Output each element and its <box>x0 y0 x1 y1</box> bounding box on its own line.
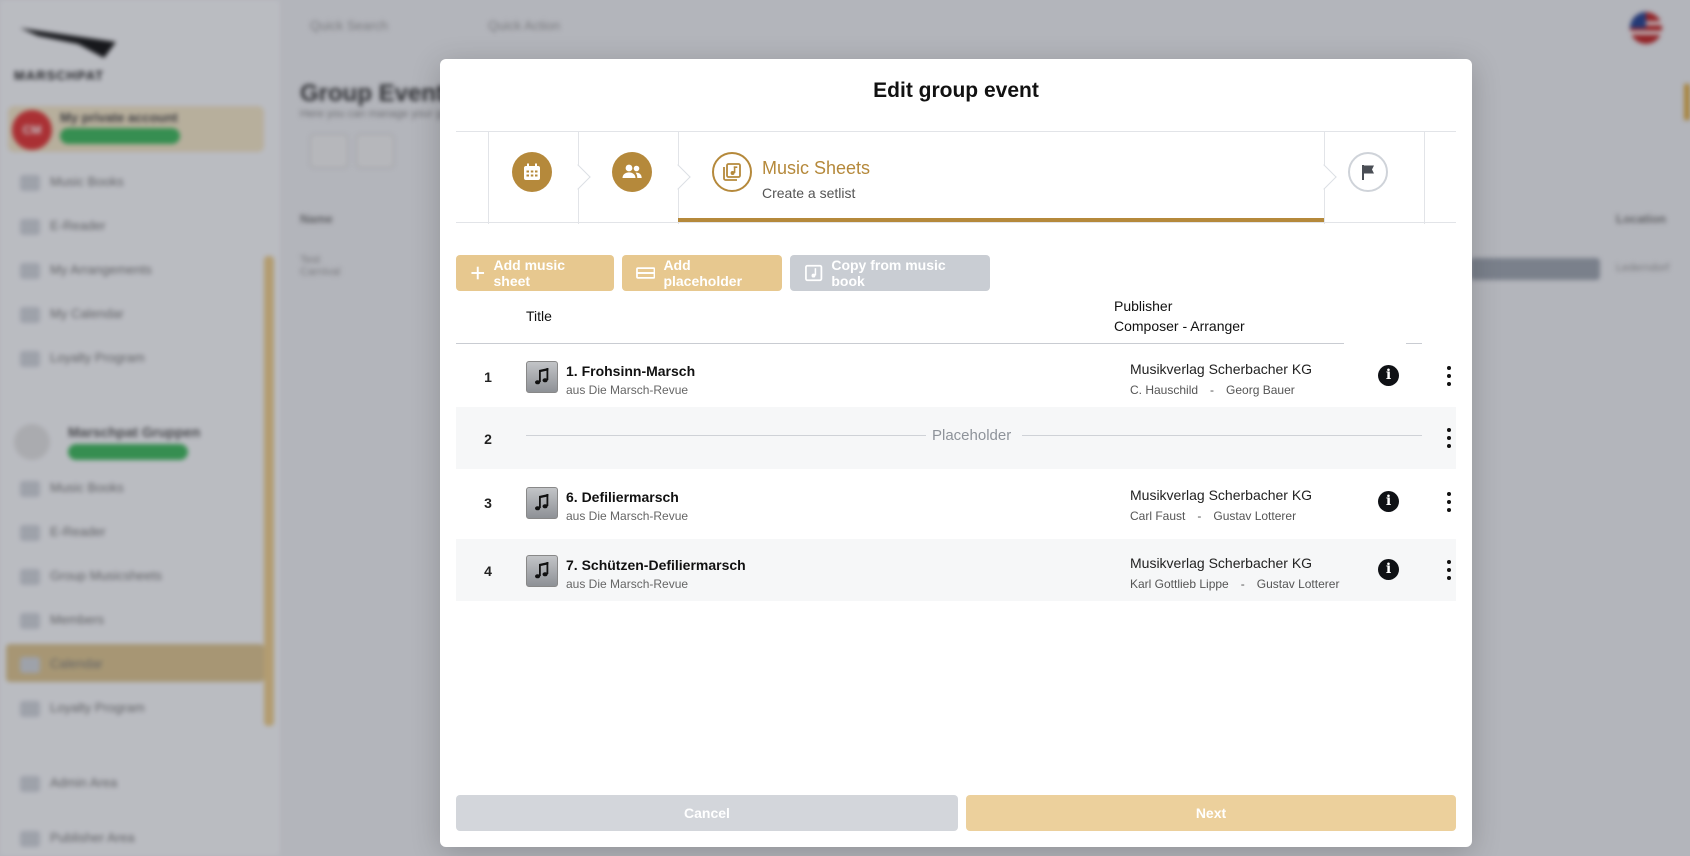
cancel-button[interactable]: Cancel <box>456 795 958 831</box>
table-row-placeholder[interactable]: 2 Placeholder <box>456 407 1456 469</box>
table-row[interactable]: 1 1. Frohsinn-Marsch aus Die Marsch-Revu… <box>456 345 1456 407</box>
step-date[interactable] <box>512 152 552 192</box>
music-note-icon <box>526 555 558 587</box>
stepper: Music Sheets Create a setlist <box>456 131 1456 224</box>
music-note-icon <box>526 487 558 519</box>
step-members[interactable] <box>612 152 652 192</box>
sheet-title: 7. Schützen-Defiliermarsch <box>566 557 746 573</box>
group-icon <box>622 164 642 178</box>
edit-event-modal: Edit group event Music Sheets Create a s… <box>440 59 1472 847</box>
step-active-label: Music Sheets <box>762 158 871 178</box>
step-chevron <box>565 164 591 190</box>
info-icon[interactable]: i <box>1378 365 1399 386</box>
more-options-icon[interactable] <box>1444 490 1454 514</box>
row-number: 1 <box>484 369 492 385</box>
more-options-icon[interactable] <box>1444 426 1454 450</box>
flag-icon <box>1362 165 1374 180</box>
sheet-source: aus Die Marsch-Revue <box>566 577 689 591</box>
sheet-title: 6. Defiliermarsch <box>566 489 679 505</box>
step-music-sheets[interactable] <box>712 152 752 192</box>
sheet-publisher: Musikverlag Scherbacher KG <box>1130 555 1313 571</box>
music-note-icon <box>526 361 558 393</box>
sheet-publisher: Musikverlag Scherbacher KG <box>1130 361 1313 377</box>
step-active-subtitle: Create a setlist <box>762 185 856 201</box>
placeholder-line <box>526 435 926 436</box>
row-number: 3 <box>484 495 492 511</box>
next-button[interactable]: Next <box>966 795 1456 831</box>
more-options-icon[interactable] <box>1444 364 1454 388</box>
info-icon[interactable]: i <box>1378 559 1399 580</box>
sheet-source: aus Die Marsch-Revue <box>566 383 689 397</box>
sheet-composer-arranger: Carl Faust - Gustav Lotterer <box>1130 509 1297 523</box>
step-divider <box>488 132 489 224</box>
placeholder-line <box>1022 435 1422 436</box>
step-finish[interactable] <box>1348 152 1388 192</box>
music-sheet-icon <box>723 163 741 181</box>
sheet-source: aus Die Marsch-Revue <box>566 509 689 523</box>
table-header-divider <box>1406 343 1422 344</box>
music-book-icon <box>805 264 823 282</box>
row-number: 2 <box>484 431 492 447</box>
table-row[interactable]: 3 6. Defiliermarsch aus Die Marsch-Revue… <box>456 471 1456 533</box>
modal-title: Edit group event <box>873 79 1039 102</box>
step-chevron <box>665 164 691 190</box>
copy-from-music-book-button[interactable]: Copy from music book <box>790 255 990 291</box>
placeholder-icon <box>636 267 656 279</box>
more-options-icon[interactable] <box>1444 558 1454 582</box>
calendar-icon <box>524 163 540 180</box>
table-header-divider <box>456 343 1344 344</box>
sheet-composer-arranger: Karl Gottlieb Lippe - Gustav Lotterer <box>1130 577 1340 591</box>
add-music-sheet-button[interactable]: Add music sheet <box>456 255 614 291</box>
column-title: Title <box>526 308 552 324</box>
sheet-title: 1. Frohsinn-Marsch <box>566 363 696 379</box>
column-composer: Composer - Arranger <box>1114 318 1245 334</box>
step-divider <box>1424 132 1425 224</box>
info-icon[interactable]: i <box>1378 491 1399 512</box>
step-chevron <box>1311 164 1337 190</box>
row-number: 4 <box>484 563 492 579</box>
sheet-composer-arranger: C. Hauschild - Georg Bauer <box>1130 383 1295 397</box>
add-placeholder-button[interactable]: Add placeholder <box>622 255 782 291</box>
step-active-indicator <box>678 218 1324 222</box>
table-row[interactable]: 4 7. Schützen-Defiliermarsch aus Die Mar… <box>456 539 1456 601</box>
column-publisher: Publisher <box>1114 298 1173 314</box>
placeholder-label: Placeholder <box>932 427 1012 444</box>
sheet-publisher: Musikverlag Scherbacher KG <box>1130 487 1313 503</box>
plus-icon <box>471 266 485 280</box>
